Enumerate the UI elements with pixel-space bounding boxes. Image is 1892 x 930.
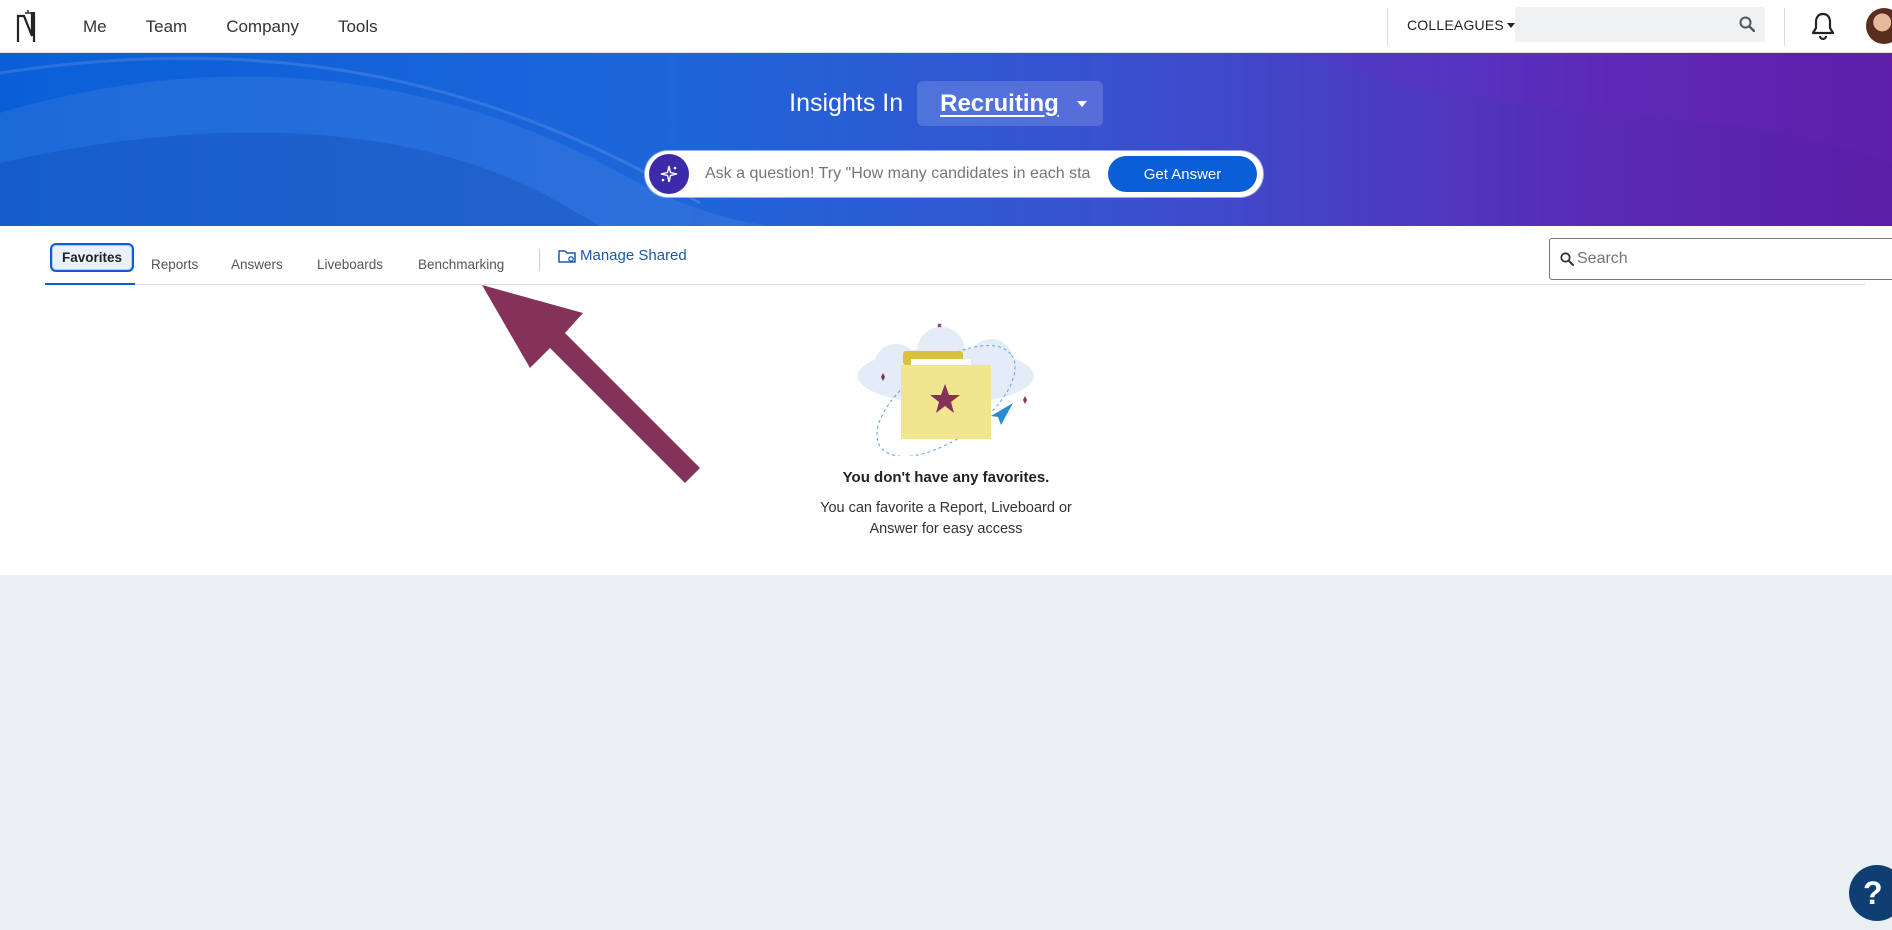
search-icon[interactable] (1739, 16, 1755, 32)
tab-answers[interactable]: Answers (231, 257, 283, 272)
module-selector[interactable]: Recruiting (917, 81, 1103, 126)
tab-reports[interactable]: Reports (151, 257, 198, 272)
ai-sparkle-icon (649, 154, 689, 194)
active-tab-underline (45, 283, 135, 285)
main-nav: Me Team Company Tools (70, 0, 404, 53)
notification-bell-icon[interactable] (1810, 11, 1836, 41)
search-icon (1560, 252, 1574, 266)
top-navigation: Me Team Company Tools COLLEAGUES (0, 0, 1892, 53)
nav-item-tools[interactable]: Tools (338, 17, 378, 37)
nav-divider (1387, 8, 1388, 46)
module-name: Recruiting (940, 89, 1059, 117)
chevron-down-icon (1506, 22, 1515, 28)
content-tabs: Favorites Reports Answers Liveboards Ben… (45, 226, 1892, 285)
empty-state-title: You don't have any favorites. (842, 469, 1050, 486)
nav-item-me[interactable]: Me (83, 17, 107, 37)
colleagues-dropdown[interactable]: COLLEAGUES (1407, 17, 1515, 33)
insights-label: Insights In (789, 89, 904, 117)
empty-favorites-illustration (858, 323, 1034, 456)
insights-banner: Insights In Recruiting Get Answer (0, 53, 1892, 226)
nav-divider (1784, 8, 1785, 46)
manage-shared-label: Manage Shared (580, 247, 687, 264)
user-avatar[interactable] (1866, 8, 1892, 44)
global-search (1515, 7, 1765, 42)
app-logo-icon[interactable] (14, 8, 40, 44)
ask-question-bar: Get Answer (645, 151, 1263, 197)
help-label: ? (1863, 874, 1883, 911)
empty-state: You don't have any favorites. You can fa… (0, 321, 1892, 540)
get-answer-button[interactable]: Get Answer (1108, 156, 1257, 192)
help-button[interactable]: ? (1849, 865, 1892, 921)
content-search (1549, 238, 1892, 280)
banner-waves-decoration (0, 53, 1892, 226)
tab-favorites[interactable]: Favorites (50, 243, 135, 272)
nav-item-team[interactable]: Team (146, 17, 188, 37)
global-search-input[interactable] (1515, 7, 1725, 42)
colleagues-label: COLLEAGUES (1407, 17, 1504, 33)
nav-item-company[interactable]: Company (226, 17, 299, 37)
insights-row: Insights In Recruiting (0, 81, 1892, 126)
ask-question-input[interactable] (705, 165, 1105, 183)
content-panel: Favorites Reports Answers Liveboards Ben… (0, 226, 1892, 575)
chevron-down-icon (1076, 100, 1087, 107)
tab-liveboards[interactable]: Liveboards (317, 257, 383, 272)
shared-folder-icon (558, 249, 576, 263)
manage-shared-link[interactable]: Manage Shared (558, 247, 687, 264)
content-search-input[interactable] (1577, 239, 1892, 279)
empty-state-text: You can favorite a Report, Liveboard or … (820, 500, 1072, 537)
tab-divider (539, 249, 540, 271)
tab-benchmarking[interactable]: Benchmarking (418, 257, 504, 272)
